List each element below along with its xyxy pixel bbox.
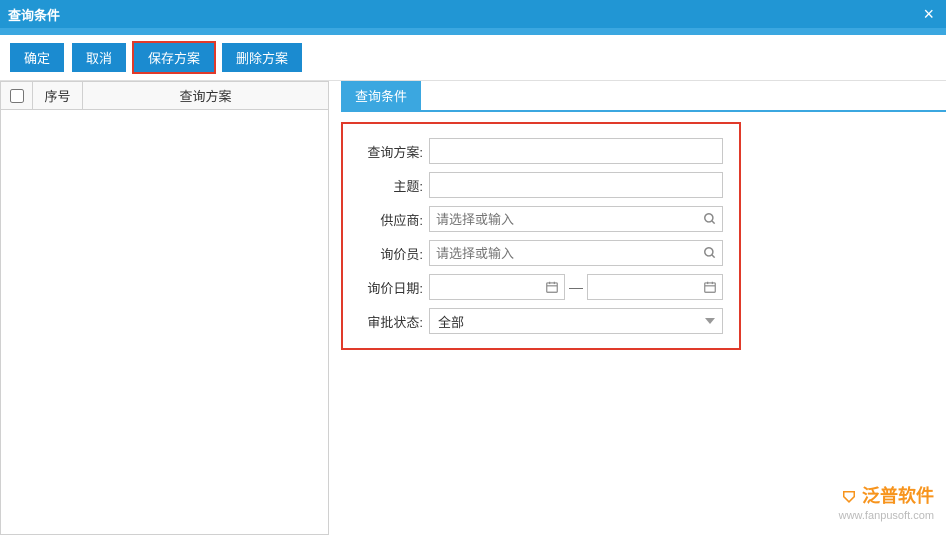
main-content: 序号 查询方案 查询条件 查询方案: 主题: 供应商: bbox=[0, 81, 946, 535]
delete-plan-button[interactable]: 删除方案 bbox=[222, 43, 302, 72]
label-inquiry-date: 询价日期: bbox=[351, 278, 423, 297]
label-inquirer: 询价员: bbox=[351, 244, 423, 263]
grid-header-plan: 查询方案 bbox=[83, 82, 328, 109]
tab-conditions[interactable]: 查询条件 bbox=[341, 81, 421, 110]
grid-header-checkbox-cell bbox=[1, 82, 33, 109]
select-approval-status-value: 全部 bbox=[438, 312, 464, 331]
toolbar: 确定 取消 保存方案 删除方案 bbox=[0, 35, 946, 81]
calendar-icon[interactable] bbox=[703, 280, 717, 294]
search-icon[interactable] bbox=[703, 212, 717, 226]
row-inquirer: 询价员: bbox=[351, 240, 723, 266]
form-box: 查询方案: 主题: 供应商: bbox=[341, 122, 741, 350]
select-approval-status[interactable]: 全部 bbox=[429, 308, 723, 334]
save-plan-button[interactable]: 保存方案 bbox=[134, 43, 214, 72]
grid-header: 序号 查询方案 bbox=[1, 82, 328, 110]
confirm-button[interactable]: 确定 bbox=[10, 43, 64, 72]
label-plan: 查询方案: bbox=[351, 142, 423, 161]
watermark: 泛普软件 www.fanpusoft.com bbox=[839, 485, 934, 523]
label-subject: 主题: bbox=[351, 176, 423, 195]
input-inquirer[interactable] bbox=[429, 240, 723, 266]
cancel-button[interactable]: 取消 bbox=[72, 43, 126, 72]
row-subject: 主题: bbox=[351, 172, 723, 198]
watermark-url: www.fanpusoft.com bbox=[839, 509, 934, 523]
watermark-brand: 泛普软件 bbox=[862, 485, 934, 508]
top-strip bbox=[0, 28, 946, 35]
date-separator: — bbox=[569, 279, 583, 295]
label-approval-status: 审批状态: bbox=[351, 312, 423, 331]
logo-icon bbox=[840, 488, 858, 506]
row-approval-status: 审批状态: 全部 bbox=[351, 308, 723, 334]
calendar-icon[interactable] bbox=[545, 280, 559, 294]
search-icon[interactable] bbox=[703, 246, 717, 260]
row-plan: 查询方案: bbox=[351, 138, 723, 164]
input-plan[interactable] bbox=[429, 138, 723, 164]
row-supplier: 供应商: bbox=[351, 206, 723, 232]
input-supplier[interactable] bbox=[429, 206, 723, 232]
label-supplier: 供应商: bbox=[351, 210, 423, 229]
input-subject[interactable] bbox=[429, 172, 723, 198]
right-panel: 查询条件 查询方案: 主题: 供应商: bbox=[329, 81, 946, 535]
dialog-title: 查询条件 bbox=[8, 5, 60, 24]
tab-header: 查询条件 bbox=[341, 81, 946, 112]
grid-header-seq: 序号 bbox=[33, 82, 83, 109]
row-inquiry-date: 询价日期: — bbox=[351, 274, 723, 300]
plan-grid: 序号 查询方案 bbox=[0, 81, 329, 535]
select-all-checkbox[interactable] bbox=[10, 89, 24, 103]
close-icon[interactable]: × bbox=[919, 5, 938, 23]
titlebar: 查询条件 × bbox=[0, 0, 946, 28]
